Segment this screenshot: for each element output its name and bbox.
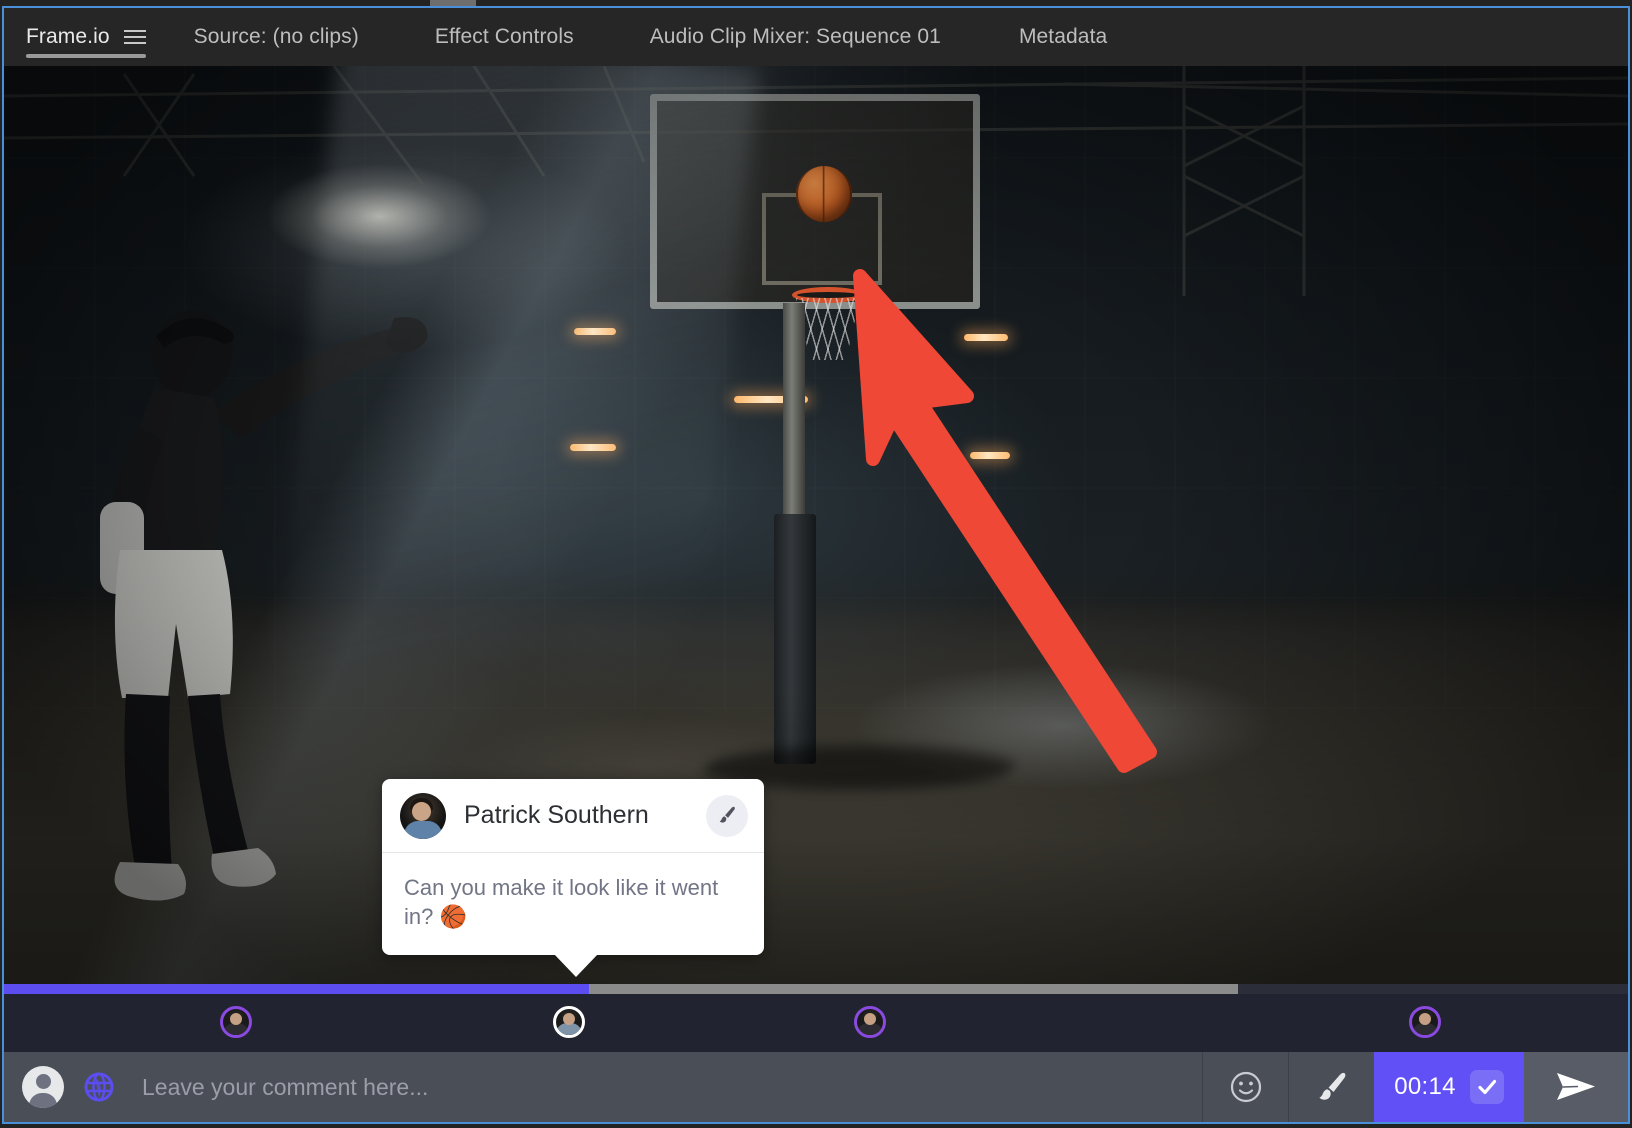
timecode-value: 00:14 <box>1394 1073 1456 1100</box>
comment-marker[interactable] <box>853 1006 886 1038</box>
comment-marker-active[interactable] <box>553 1006 586 1038</box>
video-viewer[interactable]: Patrick Southern Can you make it look li… <box>4 66 1628 984</box>
comment-author-avatar <box>400 792 446 839</box>
comment-composer-bar: 00:14 <box>4 1052 1628 1122</box>
timecode-toggle-button[interactable]: 00:14 <box>1374 1052 1524 1122</box>
light-tube <box>970 452 1010 459</box>
globe-icon[interactable] <box>82 1070 116 1104</box>
timecode-checkbox[interactable] <box>1469 1070 1504 1104</box>
paintbrush-icon <box>1318 1072 1345 1100</box>
tab-metadata-label: Metadata <box>1018 25 1108 48</box>
hoop-pole <box>783 303 805 518</box>
panel-tab-bar: Frame.io Source: (no clips) Effect Contr… <box>4 8 1628 66</box>
frameio-panel: Frame.io Source: (no clips) Effect Contr… <box>2 6 1630 1124</box>
light-tube <box>964 334 1008 341</box>
comment-marker[interactable] <box>1409 1006 1441 1038</box>
scrubber-progress-fill <box>4 984 589 994</box>
paintbrush-icon <box>719 806 735 823</box>
comment-marker-strip[interactable] <box>4 994 1628 1052</box>
tab-frame-io-label: Frame.io <box>26 25 110 48</box>
tab-audio-clip-mixer[interactable]: Audio Clip Mixer: Sequence 01 <box>650 8 941 66</box>
comment-popup[interactable]: Patrick Southern Can you make it look li… <box>382 779 764 978</box>
emoji-button[interactable] <box>1202 1052 1288 1122</box>
premiere-pro-window: Frame.io Source: (no clips) Effect Contr… <box>0 0 1632 1128</box>
light-tube <box>570 444 616 451</box>
tab-source[interactable]: Source: (no clips) <box>194 8 359 66</box>
check-icon <box>1478 1079 1496 1095</box>
light-tube <box>574 328 616 335</box>
scrubber-track-remainder <box>1238 984 1628 994</box>
emoji-smiley-icon <box>1230 1071 1261 1103</box>
tab-audio-clip-mixer-label: Audio Clip Mixer: Sequence 01 <box>649 25 941 48</box>
current-user-avatar[interactable] <box>22 1066 64 1108</box>
comment-popup-header: Patrick Southern <box>382 779 764 853</box>
comment-marker[interactable] <box>220 1006 253 1038</box>
tab-effect-controls-label: Effect Controls <box>434 25 574 48</box>
comment-text: Can you make it look like it went in? 🏀 <box>404 875 719 930</box>
video-scrubber[interactable] <box>4 984 1628 994</box>
comment-author-name: Patrick Southern <box>464 801 649 829</box>
basketball <box>796 166 852 222</box>
comment-popup-pointer <box>554 954 598 978</box>
annotate-button[interactable] <box>1288 1052 1374 1122</box>
comment-annotate-button[interactable] <box>706 794 748 837</box>
send-paper-plane-icon <box>1557 1073 1595 1100</box>
active-tab-underline <box>26 54 146 58</box>
hoop-pole-padding <box>774 514 816 764</box>
comment-composer-left <box>4 1052 1202 1122</box>
send-comment-button[interactable] <box>1524 1052 1628 1122</box>
hamburger-menu-icon[interactable] <box>123 30 146 44</box>
tab-metadata[interactable]: Metadata <box>1019 8 1107 66</box>
tab-frame-io[interactable]: Frame.io <box>26 8 146 66</box>
tab-source-label: Source: (no clips) <box>193 25 359 48</box>
comment-input[interactable] <box>134 1073 1202 1101</box>
globe-icon-glyph <box>84 1072 114 1102</box>
tab-effect-controls[interactable]: Effect Controls <box>435 8 574 66</box>
